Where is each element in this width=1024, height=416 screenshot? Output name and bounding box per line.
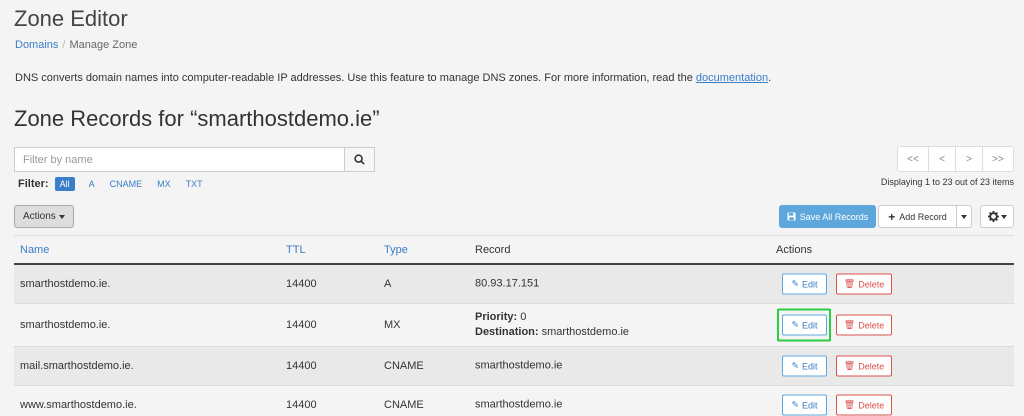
breadcrumb-separator: / xyxy=(62,39,66,51)
pencil-icon: ✎ xyxy=(791,360,800,371)
record-type: CNAME xyxy=(384,399,424,411)
record-name: mail.smarthostdemo.ie. xyxy=(20,360,134,372)
record-type-filter: Filter: All A CNAME MX TXT xyxy=(18,177,218,191)
delete-button[interactable]: 🗑 Delete xyxy=(836,355,892,377)
trash-icon: 🗑 xyxy=(843,360,856,371)
save-icon xyxy=(787,212,796,221)
pagination: << < > >> xyxy=(897,146,1014,172)
pencil-icon: ✎ xyxy=(791,399,800,410)
edit-button[interactable]: ✎ Edit xyxy=(782,355,827,377)
delete-button[interactable]: 🗑 Delete xyxy=(836,273,892,295)
intro-paragraph: DNS converts domain names into computer-… xyxy=(15,72,771,84)
table-row: www.smarthostdemo.ie. 14400 CNAME smarth… xyxy=(14,386,1014,416)
record-type: CNAME xyxy=(384,360,424,372)
search-button[interactable] xyxy=(344,148,374,171)
column-header-ttl[interactable]: TTL xyxy=(286,244,306,256)
edit-label: Edit xyxy=(802,361,818,371)
save-all-label: Save All Records xyxy=(799,211,869,222)
edit-label: Edit xyxy=(802,320,818,330)
gear-icon xyxy=(987,211,999,222)
edit-label: Edit xyxy=(802,400,818,410)
chevron-down-icon xyxy=(58,214,65,219)
edit-button[interactable]: ✎ Edit xyxy=(782,273,827,295)
chevron-down-icon xyxy=(961,214,967,219)
table-row: mail.smarthostdemo.ie. 14400 CNAME smart… xyxy=(14,347,1014,386)
table-row: smarthostdemo.ie. 14400 A 80.93.17.151 ✎… xyxy=(14,265,1014,304)
item-count: Displaying 1 to 23 out of 23 items xyxy=(880,177,1014,187)
settings-dropdown-button[interactable] xyxy=(980,205,1014,228)
actions-dropdown-button[interactable]: Actions xyxy=(14,205,74,228)
record-name: smarthostdemo.ie. xyxy=(20,278,111,290)
trash-icon: 🗑 xyxy=(843,278,856,289)
priority-value: 0 xyxy=(520,311,527,323)
destination-value: smarthostdemo.ie xyxy=(541,326,630,338)
add-record-button[interactable]: + Add Record xyxy=(878,205,957,228)
record-type: MX xyxy=(384,319,401,331)
breadcrumb-current: Manage Zone xyxy=(69,39,138,51)
column-header-record: Record xyxy=(475,243,511,256)
breadcrumb-domains-link[interactable]: Domains xyxy=(15,39,58,51)
record-value: 80.93.17.151 xyxy=(475,277,540,290)
record-ttl: 14400 xyxy=(286,399,317,411)
record-type: A xyxy=(384,278,392,290)
actions-label: Actions xyxy=(23,211,56,222)
delete-label: Delete xyxy=(858,279,885,289)
last-page-button[interactable]: >> xyxy=(982,146,1014,172)
delete-label: Delete xyxy=(858,320,885,330)
save-all-records-button[interactable]: Save All Records xyxy=(779,205,876,228)
filter-mx[interactable]: MX xyxy=(157,179,171,189)
table-row: smarthostdemo.ie. 14400 MX Priority: 0 D… xyxy=(14,304,1014,347)
record-value: Priority: 0 Destination: smarthostdemo.i… xyxy=(475,310,629,340)
edit-button[interactable]: ✎ Edit xyxy=(782,314,827,336)
page-title: Zone Editor xyxy=(14,6,128,31)
pencil-icon: ✎ xyxy=(791,319,800,330)
record-value: smarthostdemo.ie xyxy=(475,359,563,372)
search-input[interactable] xyxy=(15,148,344,171)
delete-label: Delete xyxy=(858,361,885,371)
column-header-actions: Actions xyxy=(776,243,813,256)
search-box xyxy=(14,147,375,172)
filter-all[interactable]: All xyxy=(54,177,75,191)
record-name: www.smarthostdemo.ie. xyxy=(20,399,137,411)
first-page-button[interactable]: << xyxy=(897,146,929,172)
record-name: smarthostdemo.ie. xyxy=(20,319,111,331)
edit-button[interactable]: ✎ Edit xyxy=(782,394,827,416)
column-header-name[interactable]: Name xyxy=(20,244,49,256)
delete-label: Delete xyxy=(858,400,885,410)
trash-icon: 🗑 xyxy=(843,319,856,330)
documentation-link[interactable]: documentation xyxy=(696,72,768,84)
previous-page-button[interactable]: < xyxy=(928,146,956,172)
destination-label: Destination: xyxy=(475,326,539,338)
search-icon xyxy=(354,154,365,165)
column-header-type[interactable]: Type xyxy=(384,244,408,256)
table-header: Name TTL Type Record Actions xyxy=(14,235,1014,265)
filter-label: Filter: xyxy=(18,178,49,190)
delete-button[interactable]: 🗑 Delete xyxy=(836,314,892,336)
intro-text: DNS converts domain names into computer-… xyxy=(15,72,696,84)
section-title: Zone Records for “smarthostdemo.ie” xyxy=(14,106,380,131)
filter-a[interactable]: A xyxy=(89,179,95,189)
chevron-down-icon xyxy=(1000,214,1007,219)
filter-txt[interactable]: TXT xyxy=(186,179,203,189)
record-value: smarthostdemo.ie xyxy=(475,398,563,411)
breadcrumb: Domains / Manage Zone xyxy=(15,39,137,51)
add-record-label: Add Record xyxy=(899,211,947,222)
filter-cname[interactable]: CNAME xyxy=(110,179,143,189)
pencil-icon: ✎ xyxy=(791,278,800,289)
next-page-button[interactable]: > xyxy=(955,146,983,172)
record-ttl: 14400 xyxy=(286,278,317,290)
record-ttl: 14400 xyxy=(286,360,317,372)
edit-label: Edit xyxy=(802,279,818,289)
delete-button[interactable]: 🗑 Delete xyxy=(836,394,892,416)
zone-records-table: Name TTL Type Record Actions smarthostde… xyxy=(14,235,1014,416)
plus-icon: + xyxy=(888,209,896,224)
trash-icon: 🗑 xyxy=(843,399,856,410)
add-record-dropdown-toggle[interactable] xyxy=(956,205,972,228)
record-ttl: 14400 xyxy=(286,319,317,331)
intro-end: . xyxy=(768,72,772,84)
priority-label: Priority: xyxy=(475,311,518,323)
